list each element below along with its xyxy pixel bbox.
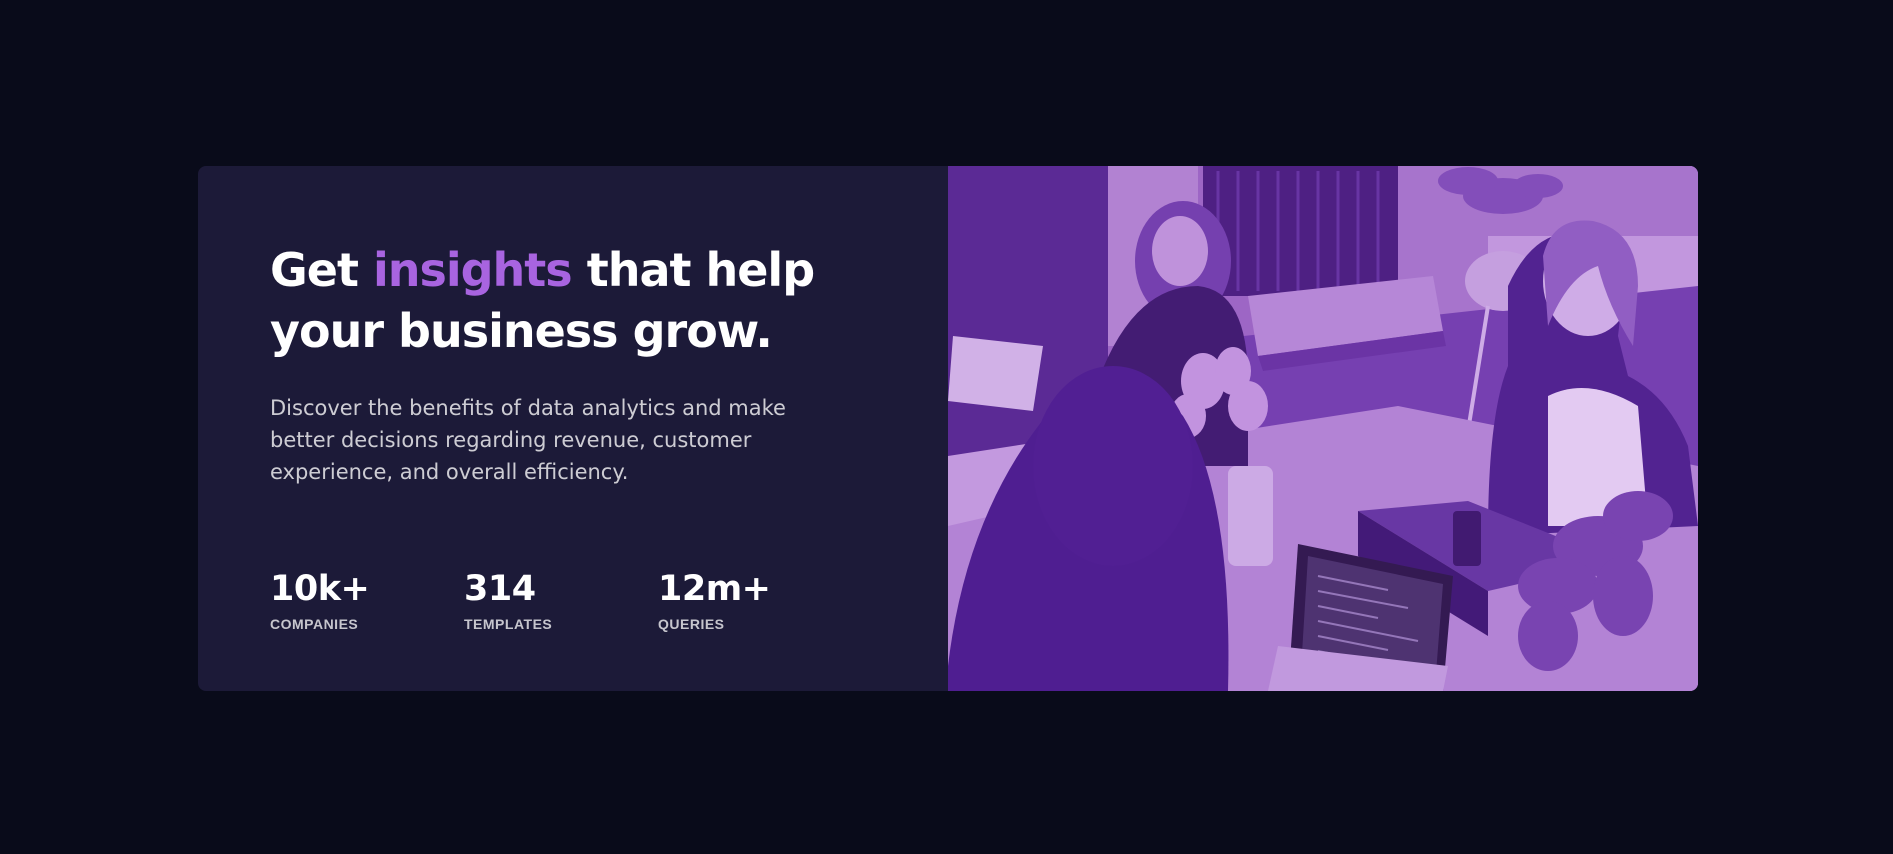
stat-label: TEMPLATES: [464, 616, 553, 632]
stat-label: QUERIES: [658, 616, 725, 632]
stat-label: COMPANIES: [270, 616, 359, 632]
stats-row: 10k+ COMPANIES 314 TEMPLATES 12m+ QUERIE…: [270, 568, 852, 632]
stat-companies: 10k+ COMPANIES: [270, 568, 464, 632]
office-scene-illustration: [948, 166, 1698, 691]
headline-accent: insights: [372, 243, 573, 297]
stat-queries: 12m+ QUERIES: [658, 568, 852, 632]
team-meeting-image: [948, 166, 1698, 691]
headline-text-start: Get: [270, 243, 373, 297]
description: Discover the benefits of data analytics …: [270, 396, 786, 484]
stat-value: 10k+: [270, 569, 370, 609]
card-content: Get insights that help your business gro…: [198, 166, 948, 691]
headline: Get insights that help your business gro…: [270, 240, 830, 362]
stat-value: 314: [464, 569, 536, 609]
stat-value: 12m+: [658, 569, 771, 609]
stat-templates: 314 TEMPLATES: [464, 568, 658, 632]
stats-preview-card: Get insights that help your business gro…: [198, 166, 1698, 691]
